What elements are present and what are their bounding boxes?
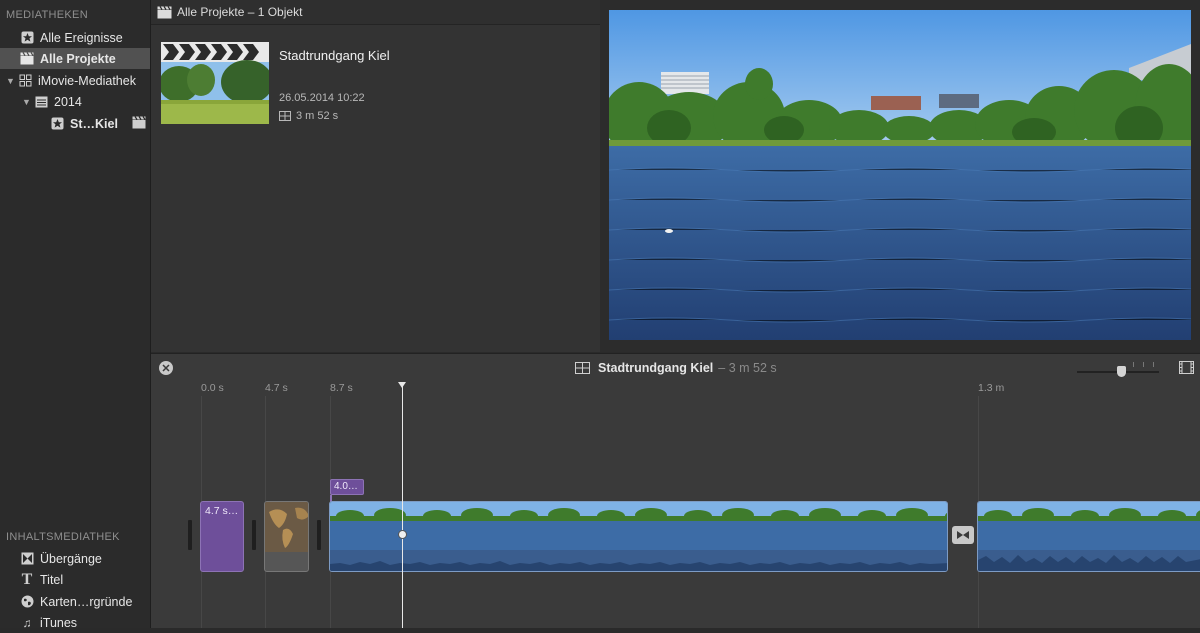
overlay-title-label: 4.0… <box>334 481 358 492</box>
filmstrip-frame <box>765 502 853 550</box>
sidebar-item-all-projects[interactable]: Alle Projekte <box>0 48 150 69</box>
libraries-heading: MEDIATHEKEN <box>6 9 88 21</box>
timeline-project-name: Stadtrundgang Kiel <box>598 361 714 375</box>
calendar-icon <box>34 95 48 109</box>
sidebar-item-label: Alle Ereignisse <box>40 30 123 45</box>
music-note-icon: ♫ <box>22 615 32 630</box>
content-library-heading: INHALTSMEDIATHEK <box>6 531 120 543</box>
timeline-project-label: Stadtrundgang Kiel – 3 m 52 s <box>575 361 777 375</box>
grid-icon <box>18 74 32 88</box>
project-browser: Alle Projekte – 1 Objekt Stadtrundgang K… <box>151 0 600 352</box>
playhead-handle[interactable] <box>398 382 406 388</box>
clip-appearance-icon[interactable] <box>1179 361 1194 379</box>
sidebar-item-all-events[interactable]: Alle Ereignisse <box>0 27 150 48</box>
sidebar-item-titles[interactable]: T Titel <box>0 569 150 590</box>
clapperboard-icon <box>157 5 172 19</box>
filmstrip-frame <box>978 502 1066 550</box>
title-clip[interactable]: 4.7 s… <box>200 501 244 572</box>
filmstrip-frame <box>1065 502 1153 550</box>
film-strip-icon <box>279 111 291 121</box>
close-icon[interactable]: ✕ <box>159 361 173 375</box>
filmstrip-frame <box>939 502 947 550</box>
title-clip-label: 4.7 s… <box>205 505 239 517</box>
filmstrip-frame <box>330 502 418 550</box>
zoom-slider[interactable] <box>1077 362 1159 377</box>
filmstrip <box>330 502 947 550</box>
sidebar-item-event-kiel[interactable]: St…Kiel <box>0 113 150 134</box>
audio-waveform <box>978 550 1200 571</box>
sidebar-item-transitions[interactable]: Übergänge <box>0 548 150 569</box>
star-icon <box>50 117 64 131</box>
filmstrip <box>978 502 1200 550</box>
globe-icon <box>20 595 34 609</box>
sidebar-item-label: Übergänge <box>40 551 102 566</box>
star-icon <box>20 31 34 45</box>
filmstrip-frame <box>417 502 505 550</box>
sidebar-item-imovie-library[interactable]: ▼ iMovie-Mediathek <box>0 70 150 91</box>
video-preview[interactable] <box>609 10 1191 340</box>
sidebar: MEDIATHEKEN Alle Ereignisse Alle Projekt… <box>0 0 151 630</box>
project-thumbnail[interactable] <box>159 42 273 124</box>
filmstrip-frame <box>852 502 940 550</box>
map-clip[interactable] <box>264 501 309 572</box>
project-date: 26.05.2014 10:22 <box>279 92 365 104</box>
filmstrip-frame <box>504 502 592 550</box>
sidebar-item-label: Titel <box>40 572 64 587</box>
timecode-tick: 1.3 m <box>978 382 1005 394</box>
film-strip-icon <box>575 362 590 374</box>
sidebar-item-label: Karten…rgründe <box>40 594 133 609</box>
gap-handle[interactable] <box>252 520 256 550</box>
sidebar-item-label: St…Kiel <box>70 116 118 131</box>
viewer <box>600 0 1200 352</box>
disclosure-triangle-icon[interactable]: ▼ <box>22 97 32 107</box>
project-duration-row: 3 m 52 s <box>279 110 338 122</box>
transition-icon[interactable] <box>952 526 974 544</box>
sidebar-item-maps[interactable]: Karten…rgründe <box>0 591 150 612</box>
timecode-tick: 0.0 s <box>201 382 224 394</box>
overlay-title-marker[interactable]: 4.0… <box>330 479 364 495</box>
disclosure-triangle-icon[interactable]: ▼ <box>6 76 16 86</box>
sidebar-item-2014[interactable]: ▼ 2014 <box>0 91 150 112</box>
video-clip-main[interactable] <box>329 501 948 572</box>
transition-icon <box>20 552 34 566</box>
title-t-icon: T <box>21 570 33 588</box>
playhead[interactable] <box>402 382 403 628</box>
project-badge-icon <box>132 115 146 132</box>
timecode-tick: 4.7 s <box>265 382 288 394</box>
filmstrip-frame <box>678 502 766 550</box>
browser-header: Alle Projekte – 1 Objekt <box>151 0 600 25</box>
filmstrip-frame <box>1152 502 1200 550</box>
video-clip-second[interactable] <box>977 501 1200 572</box>
gap-handle[interactable] <box>188 520 192 550</box>
clapperboard-icon <box>20 52 34 66</box>
browser-header-title: Alle Projekte – 1 Objekt <box>177 5 303 19</box>
audio-waveform <box>330 550 947 571</box>
playhead-marker <box>398 530 407 539</box>
project-title[interactable]: Stadtrundgang Kiel <box>279 48 390 63</box>
filmstrip-frame <box>591 502 679 550</box>
sidebar-item-itunes[interactable]: ♫ iTunes <box>0 612 150 633</box>
sidebar-item-label: 2014 <box>54 94 82 109</box>
sidebar-item-label: Alle Projekte <box>40 51 116 66</box>
sidebar-item-label: iTunes <box>40 615 78 630</box>
project-duration: 3 m 52 s <box>296 110 339 122</box>
gap-handle[interactable] <box>317 520 321 550</box>
timeline[interactable]: 0.0 s 4.7 s 8.7 s 1.3 m 4.7 s… 4.0… <box>151 382 1200 628</box>
timeline-project-duration: – 3 m 52 s <box>718 361 777 375</box>
zoom-slider-knob[interactable] <box>1117 366 1126 377</box>
timecode-tick: 8.7 s <box>330 382 353 394</box>
sidebar-item-label: iMovie-Mediathek <box>38 73 136 88</box>
timeline-header: ✕ Stadtrundgang Kiel – 3 m 52 s <box>151 353 1200 383</box>
